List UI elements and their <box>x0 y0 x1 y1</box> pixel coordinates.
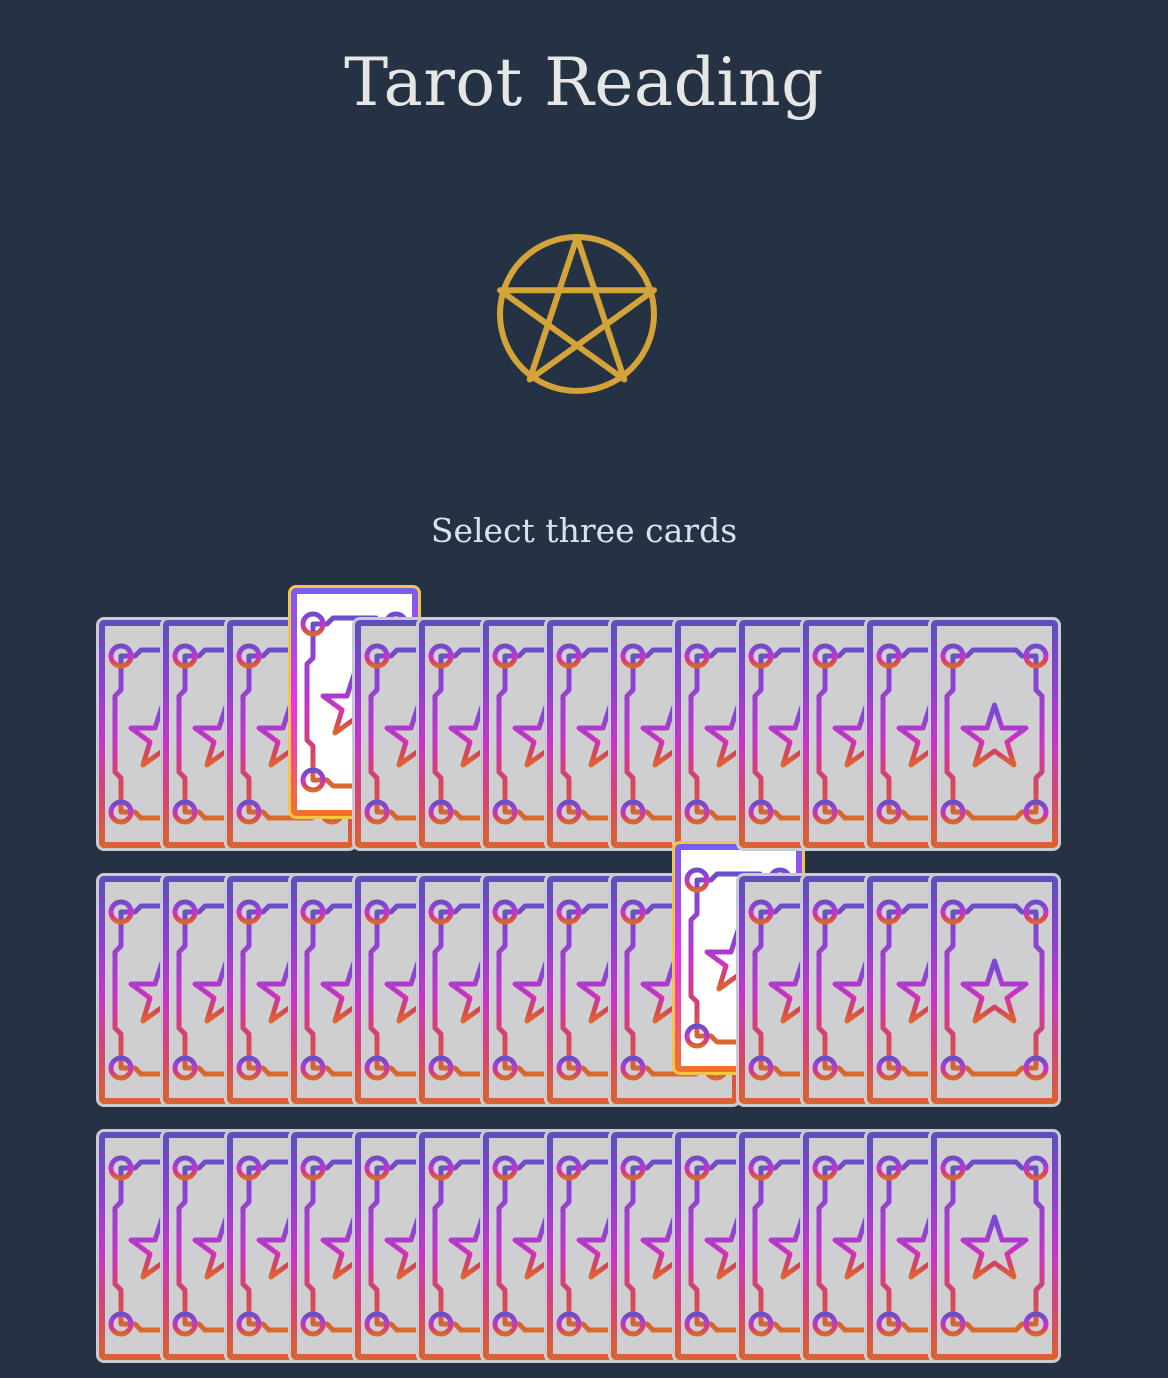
star-card-back-icon <box>940 643 1049 825</box>
tarot-card-row2-14[interactable] <box>928 873 1061 1107</box>
card-row-2 <box>96 841 1066 1107</box>
card-row-3 <box>96 1129 1066 1363</box>
tarot-card-row3-14[interactable] <box>928 1129 1061 1363</box>
instruction-text: Select three cards <box>430 511 738 550</box>
pentagram-icon <box>497 234 657 394</box>
card-row-1 <box>96 585 1066 851</box>
star-card-back-icon <box>940 899 1049 1081</box>
star-card-back-icon <box>940 1155 1049 1337</box>
page-title: Tarot Reading <box>344 44 824 121</box>
tarot-card-row1-14[interactable] <box>928 617 1061 851</box>
